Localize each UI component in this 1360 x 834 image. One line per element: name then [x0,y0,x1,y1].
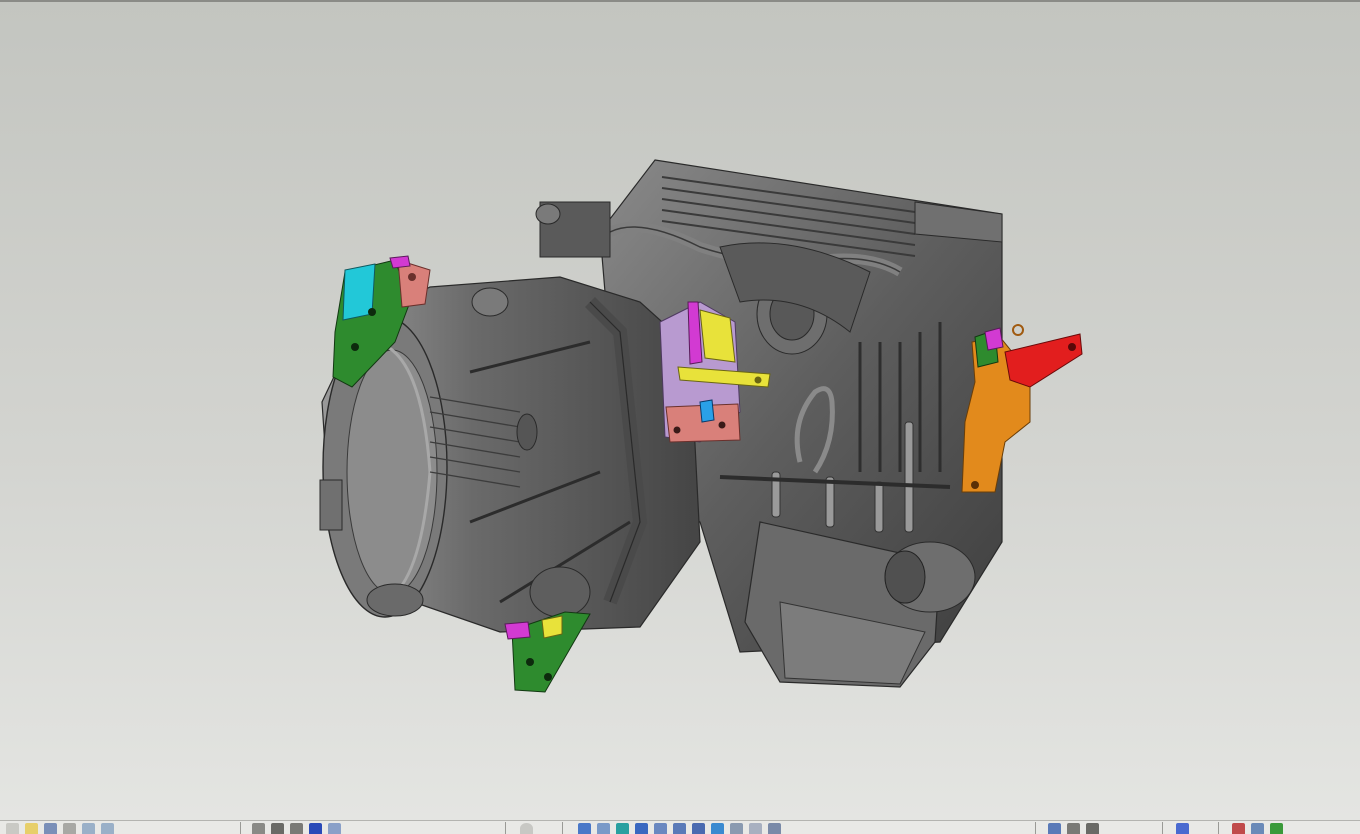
fit-all-icon[interactable] [271,823,284,834]
toolbar-separator [562,822,563,834]
left-view-icon[interactable] [654,823,667,834]
iso-view-icon[interactable] [578,823,591,834]
right-mount-bracket[interactable] [961,324,1083,493]
swap-visible-icon[interactable] [768,823,781,834]
engine-model-render[interactable] [0,2,1360,820]
print-icon[interactable] [63,823,76,834]
sectioning-icon[interactable] [1232,823,1245,834]
top-view-icon[interactable] [635,823,648,834]
toolbar-group-analysis [1176,823,1189,834]
new-icon[interactable] [6,823,19,834]
toolbar-separator [1035,822,1036,834]
toolbar-separator [240,822,241,834]
redo-icon[interactable] [101,823,114,834]
clash-icon[interactable] [1176,823,1189,834]
3d-viewport[interactable] [0,2,1360,820]
hide-show-icon[interactable] [749,823,762,834]
shading-icon[interactable] [692,823,705,834]
shading-edges-icon[interactable] [711,823,724,834]
normal-view-icon[interactable] [520,823,533,834]
toolbar-group-standard [6,823,114,834]
open-icon[interactable] [25,823,38,834]
toolbar-group-analysis-2 [1232,823,1283,834]
toolbar-separator [1162,822,1163,834]
rotate-icon[interactable] [309,823,322,834]
toolbar-separator [1218,822,1219,834]
toolbar-group-views [578,823,781,834]
distance-icon[interactable] [1251,823,1264,834]
measure-inertia-icon[interactable] [1086,823,1099,834]
right-view-icon[interactable] [673,823,686,834]
measure-item-icon[interactable] [1067,823,1080,834]
toolbar-separator [505,822,506,834]
toolbar-group-measure [1048,823,1099,834]
wireframe-icon[interactable] [730,823,743,834]
save-icon[interactable] [44,823,57,834]
back-view-icon[interactable] [616,823,629,834]
zoom-icon[interactable] [328,823,341,834]
pan-icon[interactable] [290,823,303,834]
bottom-mount-bracket[interactable] [504,611,591,693]
measure-between-icon[interactable] [1048,823,1061,834]
toolbar-group-view [252,823,341,834]
toolbar-group-render [520,823,533,834]
undo-icon[interactable] [82,823,95,834]
bottom-toolbar [0,820,1360,834]
fly-icon[interactable] [252,823,265,834]
measure-tool-icon[interactable] [1270,823,1283,834]
front-view-icon[interactable] [597,823,610,834]
